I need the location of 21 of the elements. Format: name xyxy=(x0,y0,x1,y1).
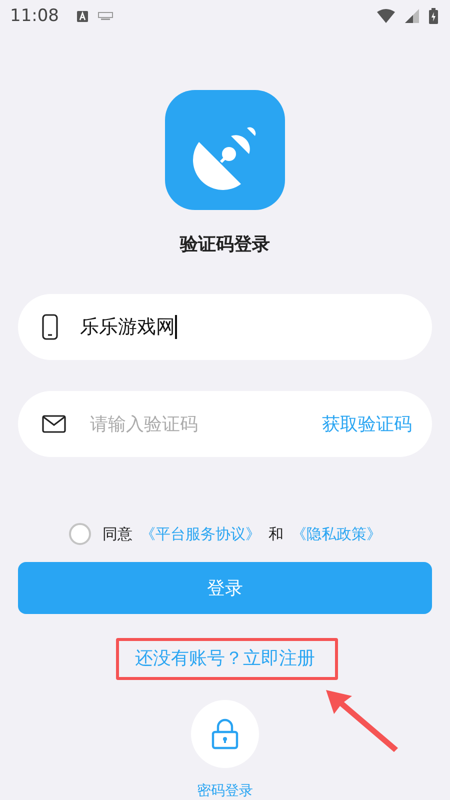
phone-field[interactable]: 乐乐游戏网 xyxy=(18,294,432,360)
status-time: 11:08 xyxy=(10,6,59,26)
keyboard-icon xyxy=(98,12,113,20)
envelope-icon xyxy=(42,415,66,433)
agreement-text: 和 xyxy=(268,524,284,544)
policy-link[interactable]: 《平台服务协议》 xyxy=(140,524,260,544)
battery-icon xyxy=(429,8,438,24)
agreement-text: 同意 xyxy=(102,524,132,544)
lock-icon xyxy=(211,718,239,750)
signal-icon xyxy=(405,9,419,23)
keyboard-letter-icon xyxy=(77,10,88,22)
get-code-button[interactable]: 获取验证码 xyxy=(322,412,412,436)
phone-icon xyxy=(42,314,58,340)
login-button[interactable]: 登录 xyxy=(18,562,432,614)
wifi-icon xyxy=(377,9,395,23)
agreement-radio[interactable] xyxy=(68,523,90,545)
code-field[interactable]: 请输入验证码 获取验证码 xyxy=(18,391,432,457)
register-link[interactable]: 还没有账号？立即注册 xyxy=(135,646,315,670)
policy-link[interactable]: 《隐私政策》 xyxy=(292,524,382,544)
page-title: 验证码登录 xyxy=(180,233,270,256)
password-login-label: 密码登录 xyxy=(197,782,253,800)
